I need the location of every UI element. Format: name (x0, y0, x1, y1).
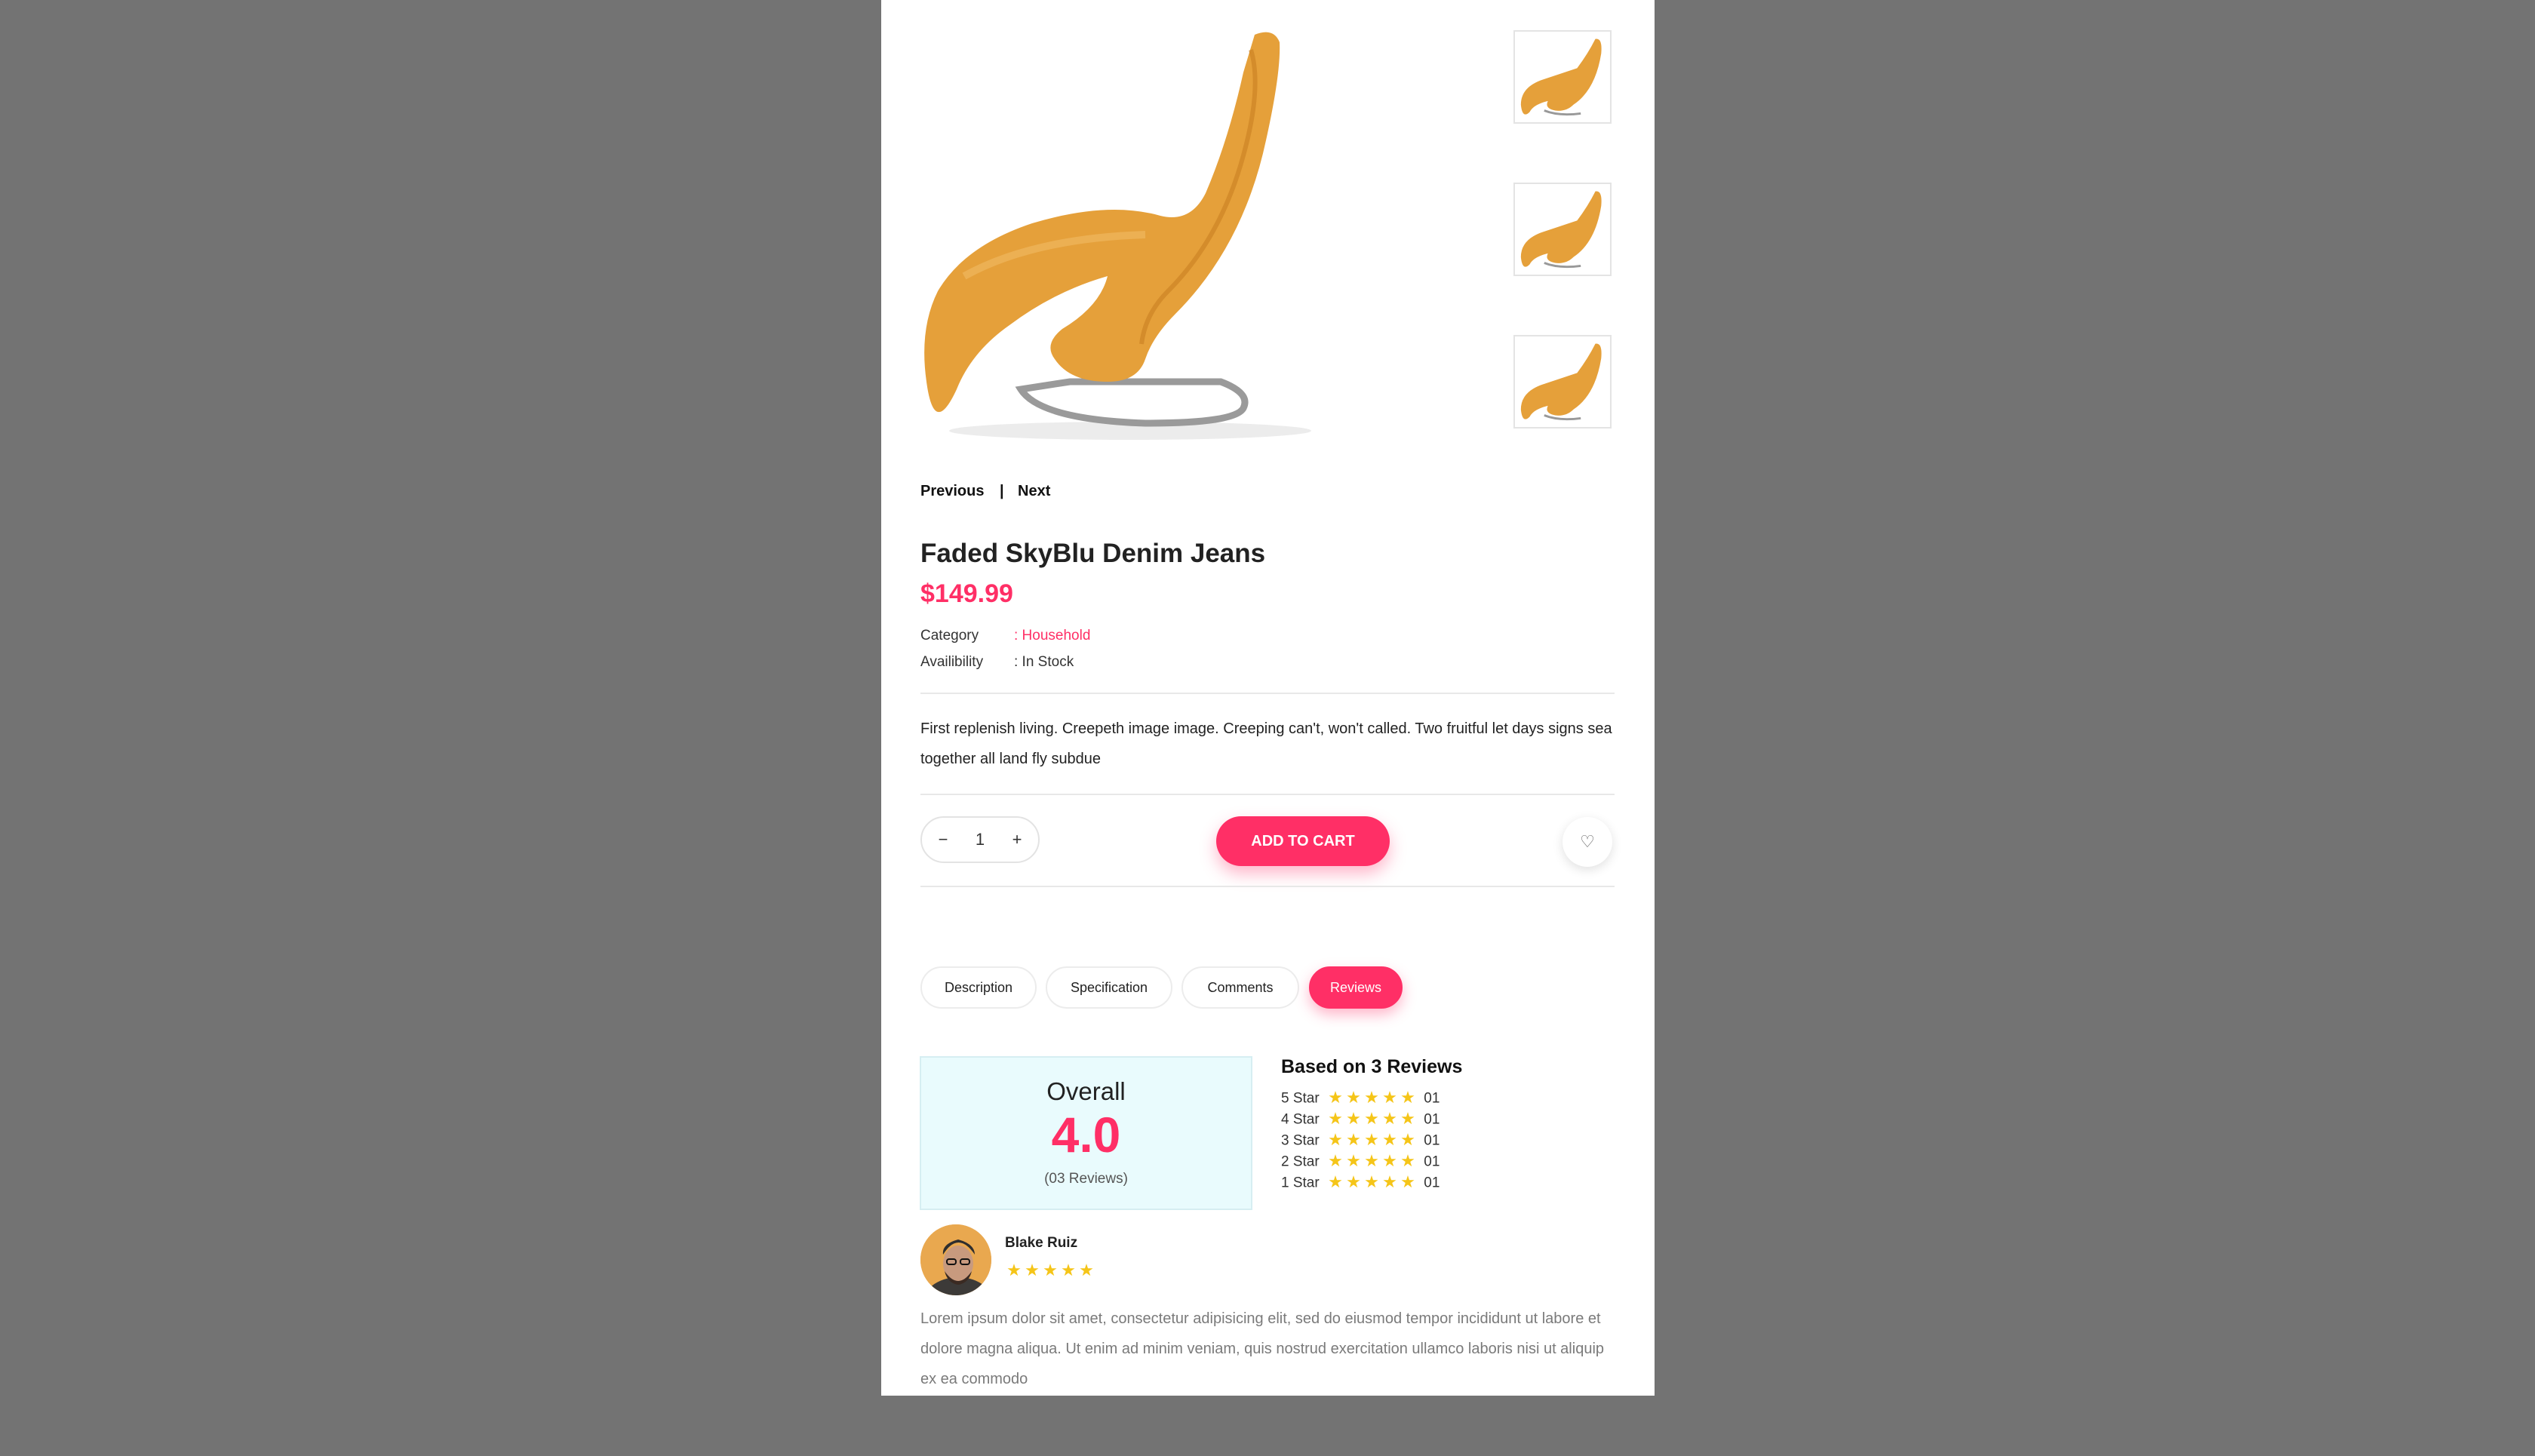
star-icon: ★ (1328, 1172, 1343, 1191)
star-icon: ★ (1382, 1088, 1397, 1107)
category-label: Category (920, 628, 979, 644)
based-on-heading: Based on 3 Reviews (1281, 1056, 1463, 1077)
star-icon: ★ (1364, 1172, 1379, 1191)
star-icon: ★ (1364, 1151, 1379, 1170)
previous-link[interactable]: Previous (920, 483, 984, 500)
product-thumbnail[interactable] (1513, 335, 1612, 429)
star-icon: ★ (1328, 1151, 1343, 1170)
availability-label: Availibility (920, 654, 984, 670)
heart-icon: ♡ (1580, 832, 1595, 851)
star-icon: ★ (1400, 1109, 1415, 1128)
product-description: First replenish living. Creepeth image i… (920, 720, 1612, 767)
tab-comments[interactable]: Comments (1181, 966, 1299, 1009)
rating-row-2: 2 Star ★ ★ ★ ★ ★ 01 (1281, 1152, 1440, 1172)
star-icon: ★ (1025, 1261, 1040, 1279)
tab-description[interactable]: Description (920, 966, 1037, 1009)
star-icon: ★ (1364, 1130, 1379, 1149)
overall-score: 4.0 (1051, 1107, 1121, 1163)
star-icon: ★ (1346, 1109, 1361, 1128)
star-icon: ★ (1382, 1172, 1397, 1191)
star-rating: ★ ★ ★ ★ ★ (1326, 1131, 1417, 1151)
rating-row-count: 01 (1424, 1153, 1440, 1170)
add-to-cart-button[interactable]: ADD TO CART (1216, 816, 1390, 866)
rating-row-label: 2 Star (1281, 1153, 1320, 1170)
star-icon: ★ (1364, 1109, 1379, 1128)
rating-row-1: 1 Star ★ ★ ★ ★ ★ 01 (1281, 1173, 1440, 1193)
star-rating: ★ ★ ★ ★ ★ (1326, 1110, 1417, 1130)
rating-row-5: 5 Star ★ ★ ★ ★ ★ 01 (1281, 1089, 1440, 1108)
avatar (920, 1224, 991, 1295)
overall-label: Overall (1046, 1077, 1126, 1105)
star-icon: ★ (1061, 1261, 1076, 1279)
star-icon: ★ (1328, 1088, 1343, 1107)
star-icon: ★ (1328, 1130, 1343, 1149)
star-icon: ★ (1382, 1130, 1397, 1149)
rating-row-label: 4 Star (1281, 1111, 1320, 1128)
rating-row-label: 1 Star (1281, 1175, 1320, 1191)
review-star-rating: ★ ★ ★ ★ ★ (1005, 1261, 1095, 1279)
overall-rating-box: Overall 4.0 (03 Reviews) (920, 1056, 1252, 1210)
availability-value: : In Stock (1014, 654, 1074, 670)
star-rating: ★ ★ ★ ★ ★ (1326, 1152, 1417, 1172)
category-link[interactable]: : Household (1014, 628, 1090, 644)
star-icon: ★ (1346, 1130, 1361, 1149)
star-icon: ★ (1400, 1151, 1415, 1170)
review-text: Lorem ipsum dolor sit amet, consectetur … (920, 1310, 1605, 1387)
rating-row-label: 3 Star (1281, 1132, 1320, 1149)
star-icon: ★ (1079, 1261, 1094, 1279)
nav-separator: | (1000, 483, 1004, 499)
star-icon: ★ (1400, 1088, 1415, 1107)
star-icon: ★ (1328, 1109, 1343, 1128)
wishlist-button[interactable]: ♡ (1562, 817, 1612, 867)
reviewer-name: Blake Ruiz (1005, 1235, 1078, 1251)
star-icon: ★ (1400, 1172, 1415, 1191)
rating-row-label: 5 Star (1281, 1090, 1320, 1107)
rating-row-4: 4 Star ★ ★ ★ ★ ★ 01 (1281, 1110, 1440, 1129)
increase-button[interactable]: + (1002, 818, 1032, 862)
star-icon: ★ (1400, 1130, 1415, 1149)
quantity-input[interactable]: 1 (964, 818, 996, 862)
tab-reviews[interactable]: Reviews (1309, 966, 1403, 1009)
star-rating: ★ ★ ★ ★ ★ (1326, 1173, 1417, 1193)
product-price: $149.99 (920, 579, 1013, 608)
product-thumbnail[interactable] (1513, 183, 1612, 276)
divider (920, 693, 1615, 694)
star-rating: ★ ★ ★ ★ ★ (1326, 1089, 1417, 1109)
divider (920, 794, 1615, 795)
rating-row-count: 01 (1424, 1111, 1440, 1128)
star-icon: ★ (1382, 1151, 1397, 1170)
star-icon: ★ (1346, 1088, 1361, 1107)
rating-row-count: 01 (1424, 1175, 1440, 1191)
product-page: Previous | Next Faded SkyBlu Denim Jeans… (881, 0, 1655, 1396)
rating-row-count: 01 (1424, 1090, 1440, 1107)
decrease-button[interactable]: − (928, 818, 958, 862)
tab-specification[interactable]: Specification (1046, 966, 1172, 1009)
star-icon: ★ (1043, 1261, 1058, 1279)
divider (920, 886, 1615, 887)
next-link[interactable]: Next (1018, 483, 1050, 500)
main-product-image (919, 27, 1349, 442)
quantity-stepper: − 1 + (920, 816, 1040, 863)
overall-review-count: (03 Reviews) (1044, 1171, 1128, 1187)
rating-row-3: 3 Star ★ ★ ★ ★ ★ 01 (1281, 1131, 1440, 1150)
star-icon: ★ (1364, 1088, 1379, 1107)
star-icon: ★ (1346, 1172, 1361, 1191)
rating-row-count: 01 (1424, 1132, 1440, 1149)
product-thumbnail[interactable] (1513, 30, 1612, 124)
star-icon: ★ (1382, 1109, 1397, 1128)
star-icon: ★ (1346, 1151, 1361, 1170)
product-title: Faded SkyBlu Denim Jeans (920, 539, 1266, 568)
star-icon: ★ (1006, 1261, 1022, 1279)
